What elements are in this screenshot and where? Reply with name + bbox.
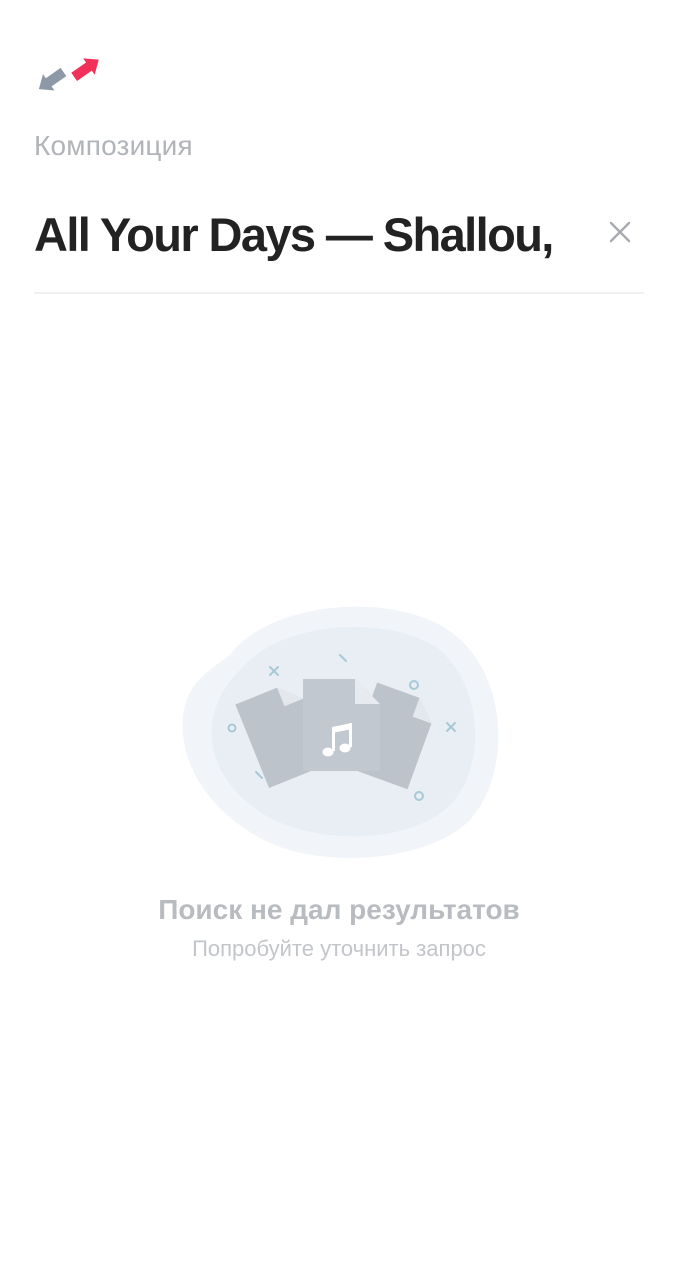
search-row (34, 198, 644, 270)
clear-search-button[interactable] (600, 212, 640, 252)
empty-state-subtitle: Попробуйте уточнить запрос (192, 936, 486, 961)
search-divider (34, 292, 644, 294)
empty-state-title: Поиск не дал результатов (158, 894, 520, 925)
search-input[interactable] (34, 198, 594, 270)
app-logo-icon (38, 58, 99, 91)
search-field-label: Композиция (34, 130, 193, 161)
music-files-icon (182, 606, 499, 858)
close-icon (609, 221, 631, 243)
